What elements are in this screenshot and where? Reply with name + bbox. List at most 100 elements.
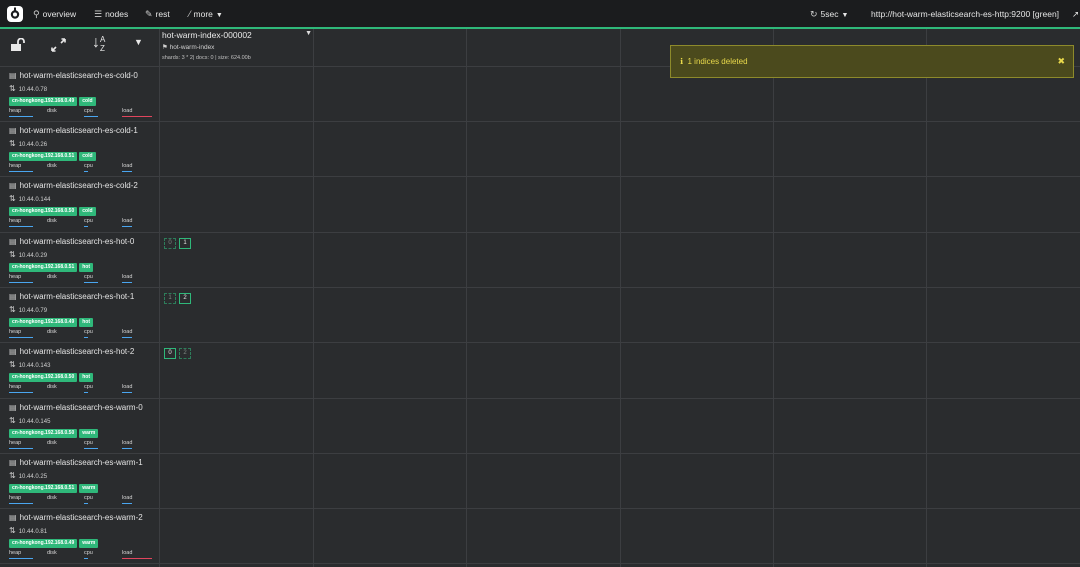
cluster-url[interactable]: http://hot-warm-elasticsearch-es-http:92…: [871, 0, 1059, 29]
server-icon: ▤: [9, 458, 17, 467]
primary-shard[interactable]: 0: [164, 348, 176, 359]
node-name[interactable]: ▤ hot-warm-elasticsearch-es-warm-1: [9, 458, 157, 467]
heap-bar: [9, 226, 33, 227]
node-attributes: cn-hongkong.192.168.0.49 cold: [9, 97, 157, 106]
node-metrics: heap disk cpu load: [9, 108, 157, 120]
node-name-label: hot-warm-elasticsearch-es-hot-2: [19, 347, 135, 356]
node-ip-label: 10.44.0.144: [18, 197, 51, 203]
node-name[interactable]: ▤ hot-warm-elasticsearch-es-warm-2: [9, 513, 157, 522]
list-icon: ☰: [94, 9, 103, 19]
cpu-label: cpu: [84, 440, 93, 446]
node-row[interactable]: ▤ hot-warm-elasticsearch-es-warm-1 ⇅ 10.44.…: [9, 458, 157, 507]
node-ip-label: 10.44.0.29: [18, 253, 48, 259]
caret-down-icon[interactable]: ▼: [305, 30, 312, 37]
load-bar: [122, 392, 132, 393]
node-name[interactable]: ▤ hot-warm-elasticsearch-es-hot-2: [9, 347, 157, 356]
heap-bar: [9, 558, 33, 559]
column-divider: [620, 29, 621, 567]
cpu-metric: cpu: [84, 440, 98, 449]
node-row[interactable]: ▤ hot-warm-elasticsearch-es-hot-2 ⇅ 10.44.0…: [9, 347, 157, 396]
node-row[interactable]: ▤ hot-warm-elasticsearch-es-warm-0 ⇅ 10.44.…: [9, 403, 157, 452]
node-name[interactable]: ▤ hot-warm-elasticsearch-es-hot-0: [9, 237, 157, 246]
nav-nodes[interactable]: ☰ nodes: [94, 0, 128, 29]
replica-shard[interactable]: 0: [164, 238, 176, 249]
node-metrics: heap disk cpu load: [9, 550, 157, 562]
node-metrics: heap disk cpu load: [9, 440, 157, 452]
node-metrics: heap disk cpu load: [9, 274, 157, 286]
heap-metric: heap: [9, 440, 33, 449]
node-ip-label: 10.44.0.81: [18, 529, 48, 535]
caret-down-icon: ▼: [215, 12, 223, 19]
expand-icon[interactable]: [51, 38, 66, 52]
cpu-bar: [84, 226, 88, 227]
heap-bar: [9, 116, 33, 117]
tier-badge: cold: [79, 152, 96, 161]
column-divider: [466, 29, 467, 567]
zone-badge: cn-hongkong.192.168.0.49: [9, 318, 78, 327]
disk-metric: disk: [47, 495, 57, 501]
node-row[interactable]: ▤ hot-warm-elasticsearch-es-hot-0 ⇅ 10.44.0…: [9, 237, 157, 286]
heap-bar: [9, 503, 33, 504]
nav-overview[interactable]: ⚲ overview: [33, 0, 76, 29]
node-ip-label: 10.44.0.79: [18, 308, 48, 314]
load-bar: [122, 558, 152, 559]
heap-label: heap: [9, 329, 22, 335]
disk-metric: disk: [47, 384, 57, 390]
zone-badge: cn-hongkong.192.168.0.50: [9, 207, 78, 216]
load-bar: [122, 337, 132, 338]
heap-metric: heap: [9, 329, 33, 338]
cpu-label: cpu: [84, 218, 93, 224]
exchange-icon: ⇅: [9, 84, 16, 93]
load-bar: [122, 171, 132, 172]
node-row[interactable]: ▤ hot-warm-elasticsearch-es-hot-1 ⇅ 10.44.0…: [9, 292, 157, 341]
node-name[interactable]: ▤ hot-warm-elasticsearch-es-cold-1: [9, 126, 157, 135]
disk-metric: disk: [47, 440, 57, 446]
cpu-metric: cpu: [84, 163, 93, 172]
cpu-metric: cpu: [84, 550, 93, 559]
heap-metric: heap: [9, 108, 33, 117]
node-attributes: cn-hongkong.192.168.0.50 hot: [9, 373, 157, 382]
server-icon: ▤: [9, 237, 17, 246]
cpu-bar: [84, 503, 88, 504]
node-row[interactable]: ▤ hot-warm-elasticsearch-es-cold-1 ⇅ 10.44.…: [9, 126, 157, 175]
tier-badge: hot: [79, 373, 94, 382]
heap-label: heap: [9, 274, 22, 280]
load-bar: [122, 282, 132, 283]
load-bar: [122, 116, 152, 117]
node-row[interactable]: ▤ hot-warm-elasticsearch-es-warm-2 ⇅ 10.44.…: [9, 513, 157, 562]
refresh-interval-dropdown[interactable]: ↻ 5sec ▼: [810, 0, 848, 29]
node-name[interactable]: ▤ hot-warm-elasticsearch-es-warm-0: [9, 403, 157, 412]
node-row[interactable]: ▤ hot-warm-elasticsearch-es-cold-2 ⇅ 10.44.…: [9, 181, 157, 230]
replica-shard[interactable]: 2: [179, 348, 191, 359]
cpu-bar: [84, 558, 88, 559]
nav-nodes-label: nodes: [105, 9, 129, 19]
node-metrics: heap disk cpu load: [9, 495, 157, 507]
nav-rest[interactable]: ✎ rest: [145, 0, 170, 29]
node-ip-label: 10.44.0.25: [18, 474, 48, 480]
primary-shard[interactable]: 2: [179, 293, 191, 304]
node-row[interactable]: ▤ hot-warm-elasticsearch-es-cold-0 ⇅ 10.44.…: [9, 71, 157, 120]
node-name-label: hot-warm-elasticsearch-es-warm-2: [19, 513, 143, 522]
close-icon[interactable]: ✖: [1057, 56, 1065, 67]
disconnect-icon[interactable]: ↗: [1072, 0, 1079, 29]
tag-icon: ⚑: [162, 44, 168, 51]
load-metric: load: [122, 440, 132, 449]
node-name[interactable]: ▤ hot-warm-elasticsearch-es-cold-2: [9, 181, 157, 190]
primary-shard[interactable]: 1: [179, 238, 191, 249]
disk-metric: disk: [47, 218, 57, 224]
exchange-icon: ⇅: [9, 471, 16, 480]
column-divider: [926, 29, 927, 567]
filter-caret-icon[interactable]: ▼: [134, 37, 143, 47]
node-name[interactable]: ▤ hot-warm-elasticsearch-es-hot-1: [9, 292, 157, 301]
row-divider: [0, 232, 1080, 233]
index-header[interactable]: hot-warm-index-000002 ▼ ⚑ hot-warm-index…: [162, 30, 314, 61]
node-name-label: hot-warm-elasticsearch-es-cold-2: [19, 181, 138, 190]
disk-metric: disk: [47, 329, 57, 335]
node-name[interactable]: ▤ hot-warm-elasticsearch-es-cold-0: [9, 71, 157, 80]
load-label: load: [122, 108, 133, 114]
cerebro-logo-icon[interactable]: [6, 5, 24, 23]
replica-shard[interactable]: 1: [164, 293, 176, 304]
index-name[interactable]: hot-warm-index-000002: [162, 30, 314, 40]
unlock-icon[interactable]: [10, 38, 26, 52]
nav-more[interactable]: ⁄ more ▼: [189, 0, 223, 29]
